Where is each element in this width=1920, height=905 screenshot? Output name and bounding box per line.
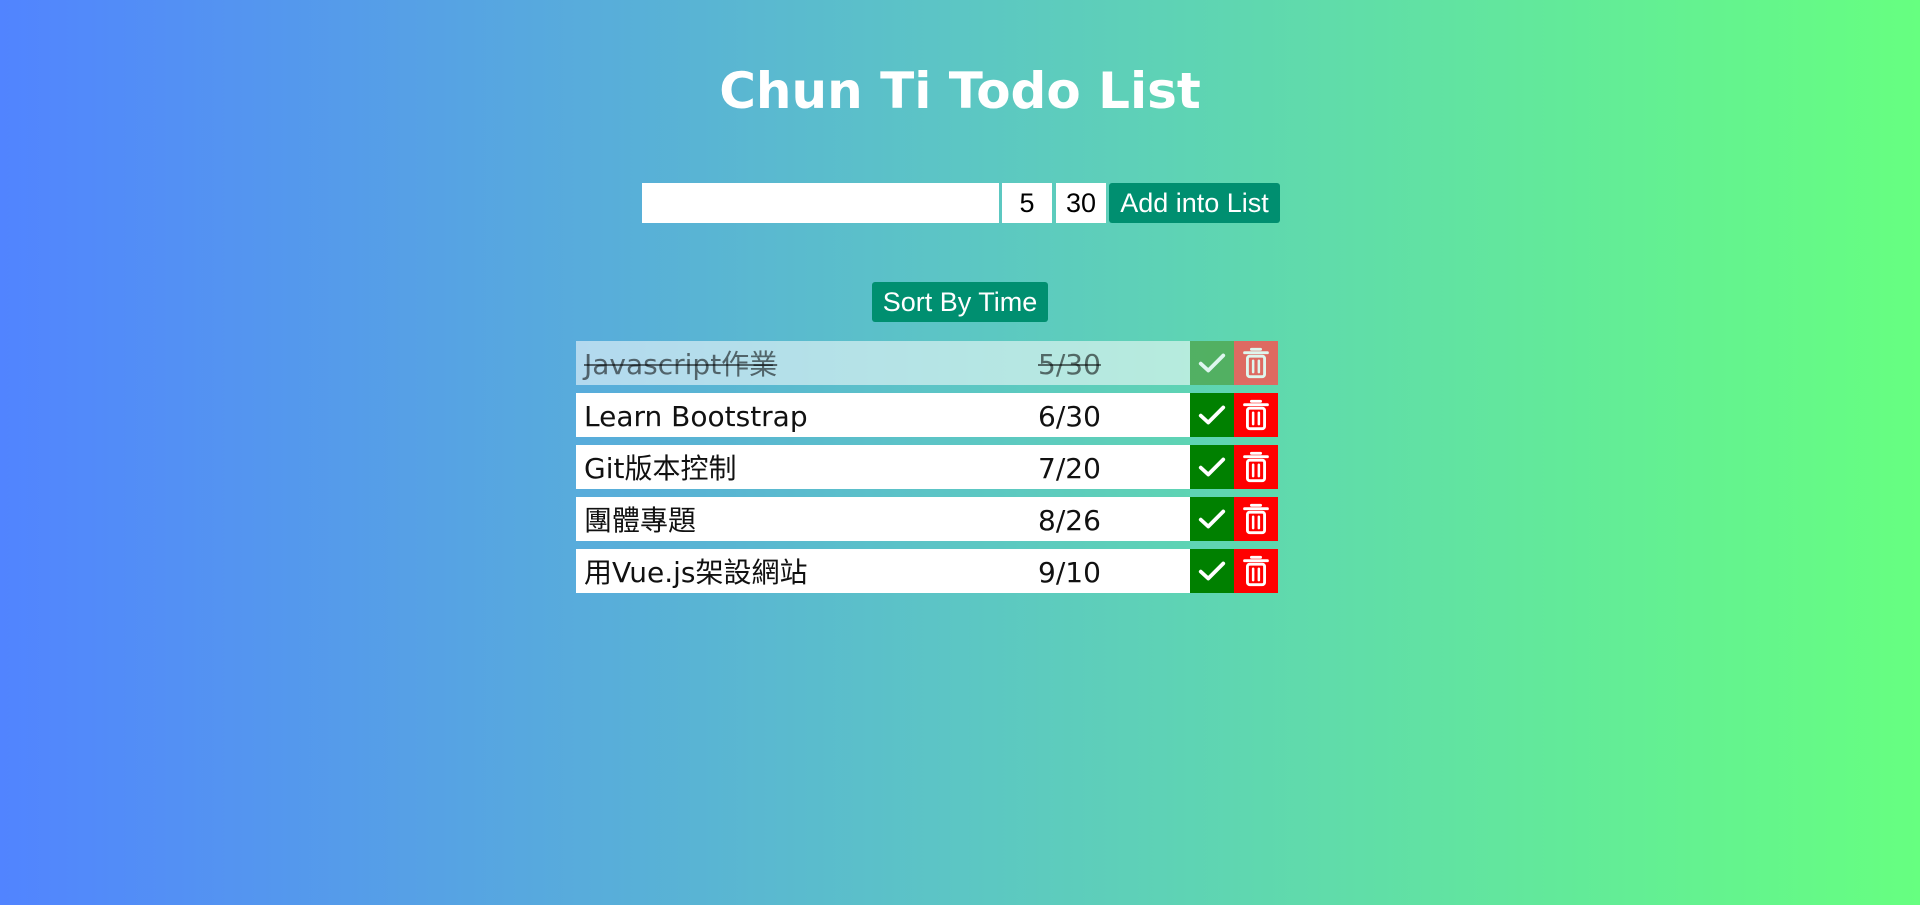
complete-button[interactable] bbox=[1190, 341, 1234, 385]
trash-icon bbox=[1243, 503, 1269, 535]
complete-button[interactable] bbox=[1190, 549, 1234, 593]
delete-button[interactable] bbox=[1234, 393, 1278, 437]
check-icon bbox=[1198, 353, 1226, 373]
day-input[interactable] bbox=[1056, 183, 1106, 223]
check-icon bbox=[1198, 405, 1226, 425]
todo-date: 9/10 bbox=[1038, 556, 1101, 589]
complete-button[interactable] bbox=[1190, 393, 1234, 437]
page-title: Chun Ti Todo List bbox=[719, 62, 1201, 120]
trash-icon bbox=[1243, 451, 1269, 483]
todo-item: Git版本控制 7/20 bbox=[576, 445, 1278, 489]
todo-text: Git版本控制 bbox=[584, 452, 737, 485]
delete-button[interactable] bbox=[1234, 497, 1278, 541]
complete-button[interactable] bbox=[1190, 497, 1234, 541]
complete-button[interactable] bbox=[1190, 445, 1234, 489]
trash-icon bbox=[1243, 347, 1269, 379]
todo-list: Javascript作業 5/30 Learn Bootstrap 6/30 G… bbox=[576, 341, 1278, 601]
add-into-list-button[interactable]: Add into List bbox=[1109, 183, 1280, 223]
todo-date: 6/30 bbox=[1038, 400, 1101, 433]
check-icon bbox=[1198, 509, 1226, 529]
trash-icon bbox=[1243, 399, 1269, 431]
todo-item: 團體專題 8/26 bbox=[576, 497, 1278, 541]
todo-item: 用Vue.js架設網站 9/10 bbox=[576, 549, 1278, 593]
check-icon bbox=[1198, 457, 1226, 477]
sort-by-time-button[interactable]: Sort By Time bbox=[872, 282, 1048, 322]
todo-date: 7/20 bbox=[1038, 452, 1101, 485]
todo-date: 8/26 bbox=[1038, 504, 1101, 537]
delete-button[interactable] bbox=[1234, 549, 1278, 593]
todo-text: 用Vue.js架設網站 bbox=[584, 556, 808, 589]
task-input[interactable] bbox=[642, 183, 999, 223]
add-todo-form: Add into List bbox=[642, 183, 1280, 223]
month-input[interactable] bbox=[1002, 183, 1052, 223]
delete-button[interactable] bbox=[1234, 341, 1278, 385]
delete-button[interactable] bbox=[1234, 445, 1278, 489]
todo-text: Learn Bootstrap bbox=[584, 400, 808, 433]
todo-item: Javascript作業 5/30 bbox=[576, 341, 1278, 385]
todo-text: Javascript作業 bbox=[584, 348, 778, 381]
todo-item: Learn Bootstrap 6/30 bbox=[576, 393, 1278, 437]
trash-icon bbox=[1243, 555, 1269, 587]
check-icon bbox=[1198, 561, 1226, 581]
todo-date: 5/30 bbox=[1038, 348, 1101, 381]
todo-text: 團體專題 bbox=[584, 504, 697, 537]
